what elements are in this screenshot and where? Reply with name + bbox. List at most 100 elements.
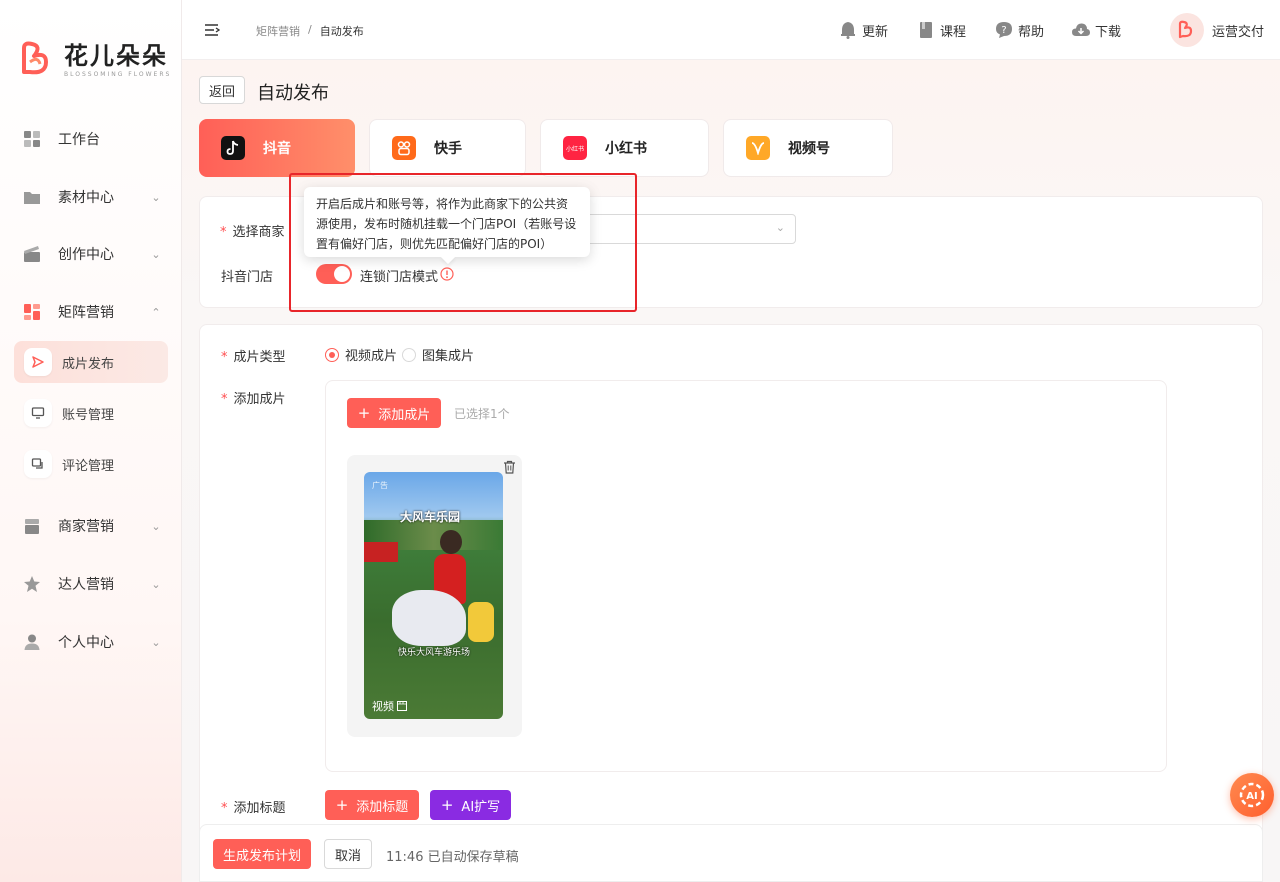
update-label: 更新 (862, 24, 889, 40)
content-thumbnail-card[interactable]: 广告 大风车乐园 快乐大风车游乐场 视频 (347, 455, 522, 737)
thumb-child-head (440, 530, 462, 554)
sidebar-subitem-label: 成片发布 (62, 356, 115, 372)
chevron-down-icon: ⌄ (151, 519, 161, 533)
sidebar-subitem-label: 评论管理 (62, 458, 115, 474)
user-menu[interactable]: 运营交付 (1170, 13, 1264, 47)
course-label: 课程 (940, 24, 967, 40)
sidebar: 花儿朵朵 BLOSSOMING FLOWERS 工作台 素材中心 ⌄ 创作中心 … (0, 0, 182, 882)
selected-count: 已选择1个 (454, 407, 510, 421)
help-button[interactable]: ? 帮助 (994, 20, 1044, 40)
chevron-down-icon: ⌄ (151, 247, 161, 261)
sidebar-item-matrix[interactable]: 矩阵营销 ⌃ (0, 292, 182, 332)
book-icon (916, 20, 936, 40)
tab-kuaishou[interactable]: 快手 (369, 119, 526, 177)
sidebar-item-creation[interactable]: 创作中心 ⌄ (0, 234, 182, 274)
download-button[interactable]: 下载 (1071, 20, 1121, 40)
generate-plan-button[interactable]: 生成发布计划 (213, 839, 311, 869)
menu-collapse-icon[interactable] (204, 22, 221, 38)
logo-mark-icon (16, 38, 60, 82)
ai-expand-button[interactable]: + AI扩写 (430, 790, 511, 820)
tab-shipinhao[interactable]: 视频号 (723, 119, 893, 177)
plus-icon: + (357, 404, 371, 422)
thumb-title: 大风车乐园 (400, 510, 461, 524)
comment-icon (24, 450, 52, 478)
thumb-ad-tag: 广告 (372, 481, 388, 490)
sidebar-item-profile[interactable]: 个人中心 ⌄ (0, 622, 182, 662)
update-button[interactable]: 更新 (838, 20, 888, 40)
user-icon (22, 632, 42, 652)
xiaohongshu-icon: 小红书 (563, 136, 587, 160)
cancel-button[interactable]: 取消 (324, 839, 372, 869)
sidebar-item-label: 工作台 (58, 132, 100, 148)
tab-douyin[interactable]: 抖音 (199, 119, 355, 177)
breadcrumb: 矩阵营销 / 自动发布 (256, 23, 364, 39)
sidebar-subitem-publish[interactable]: 成片发布 (14, 341, 168, 383)
sidebar-item-workbench[interactable]: 工作台 (0, 119, 182, 159)
tab-label: 小红书 (605, 141, 647, 157)
sidebar-subitem-accounts[interactable]: 账号管理 (14, 392, 168, 434)
sidebar-subitem-comments[interactable]: 评论管理 (14, 443, 168, 485)
star-icon (22, 574, 42, 594)
sidebar-item-label: 矩阵营销 (58, 305, 114, 321)
shipinhao-icon (746, 136, 770, 160)
cloud-download-icon (1071, 20, 1091, 40)
svg-text:AI: AI (1246, 791, 1257, 802)
brand-tagline: BLOSSOMING FLOWERS (64, 70, 172, 78)
radio-unchecked-icon (402, 347, 416, 362)
store-label: 抖音门店 (221, 270, 274, 285)
sidebar-subitem-label: 账号管理 (62, 407, 115, 423)
footer-bar: 生成发布计划 取消 11:46 已自动保存草稿 (199, 824, 1263, 882)
kuaishou-icon (392, 136, 416, 160)
folder-icon (22, 187, 42, 207)
shop-icon (22, 516, 42, 536)
thumb-sign (364, 542, 398, 562)
sidebar-item-materials[interactable]: 素材中心 ⌄ (0, 177, 182, 217)
chevron-down-icon: ⌄ (151, 190, 161, 204)
radio-video[interactable]: 视频成片 (325, 345, 397, 364)
type-label: * 成片类型 (221, 350, 286, 365)
chevron-down-icon: ⌄ (151, 577, 161, 591)
sidebar-item-label: 素材中心 (58, 190, 114, 206)
download-label: 下载 (1095, 24, 1122, 40)
ai-assistant-button[interactable]: AI (1230, 773, 1274, 817)
brand-name: 花儿朵朵 (64, 41, 168, 70)
back-button[interactable]: 返回 (199, 76, 245, 104)
clapper-icon (22, 244, 42, 264)
add-content-label: * 添加成片 (221, 392, 286, 407)
chevron-up-icon: ⌃ (151, 305, 161, 319)
ai-flower-icon: AI (1239, 782, 1265, 808)
autosave-status: 11:46 已自动保存草稿 (386, 850, 519, 865)
highlight-box (289, 173, 637, 312)
chevron-down-icon: ⌄ (151, 635, 161, 649)
tab-label: 快手 (434, 141, 462, 157)
topbar: 矩阵营销 / 自动发布 更新 课程 ? 帮助 下载 运营交付 (182, 0, 1280, 60)
page-title: 自动发布 (257, 83, 329, 104)
radio-album[interactable]: 图集成片 (402, 345, 474, 364)
merchant-label: * 选择商家 (220, 225, 285, 240)
grid-icon (22, 129, 42, 149)
add-title-button[interactable]: + 添加标题 (325, 790, 419, 820)
plus-icon: + (335, 796, 349, 814)
breadcrumb-item[interactable]: 矩阵营销 (256, 23, 300, 39)
video-badge: 视频 (372, 698, 407, 714)
sidebar-item-label: 个人中心 (58, 635, 114, 651)
breadcrumb-current: 自动发布 (319, 25, 364, 38)
help-icon: ? (994, 20, 1014, 40)
sidebar-item-influencer[interactable]: 达人营销 ⌄ (0, 564, 182, 604)
add-content-button[interactable]: + 添加成片 (347, 398, 441, 428)
sidebar-item-label: 商家营销 (58, 519, 114, 535)
trash-icon[interactable] (503, 460, 516, 478)
logo: 花儿朵朵 BLOSSOMING FLOWERS (16, 38, 171, 82)
send-icon (24, 348, 52, 376)
course-button[interactable]: 课程 (916, 20, 966, 40)
chevron-down-icon: ⌄ (775, 221, 785, 234)
tab-xiaohongshu[interactable]: 小红书 小红书 (540, 119, 709, 177)
douyin-icon (221, 136, 245, 160)
radio-checked-icon (325, 347, 339, 362)
monitor-icon (24, 399, 52, 427)
tab-label: 视频号 (788, 141, 830, 157)
tab-label: 抖音 (263, 141, 291, 157)
sidebar-item-merchant[interactable]: 商家营销 ⌄ (0, 506, 182, 546)
user-name: 运营交付 (1212, 24, 1265, 40)
plus-icon: + (440, 796, 454, 814)
